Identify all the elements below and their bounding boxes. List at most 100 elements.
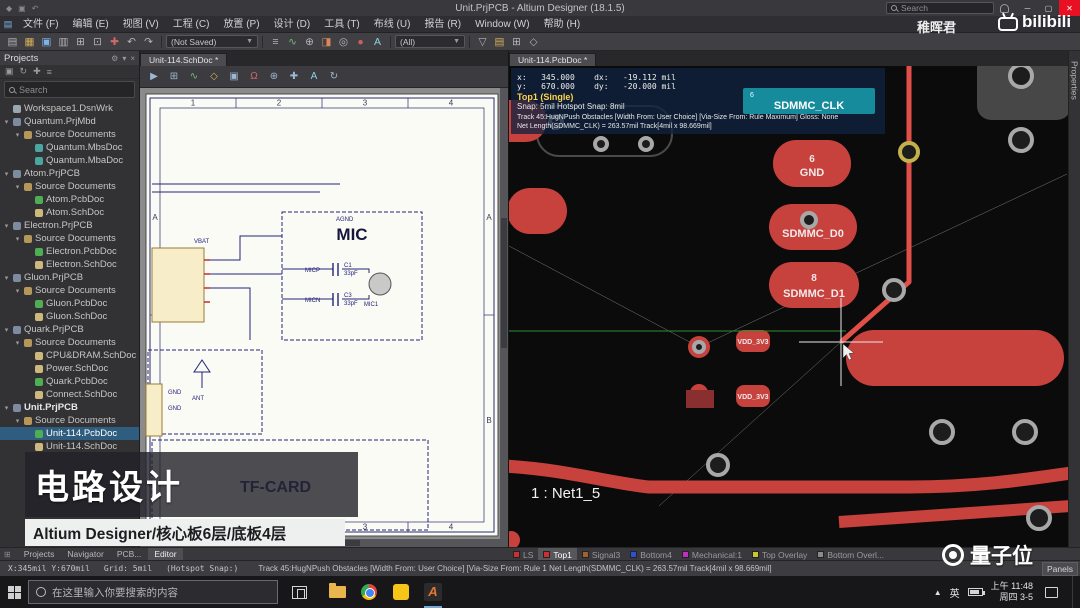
tree-item-folder[interactable]: ▾ Source Documents (0, 128, 139, 141)
microphone-symbol[interactable] (368, 272, 392, 296)
list-icon[interactable]: ≡ (47, 67, 52, 77)
undo-quick-icon[interactable]: ↶ (32, 4, 39, 13)
zoom-area-icon[interactable]: ⊡ (89, 33, 106, 51)
grid-icon[interactable]: ⊞ (165, 71, 183, 82)
tree-item-doc[interactable]: ▾ Quantum.MbsDoc (0, 141, 139, 154)
close-icon[interactable]: × (130, 54, 135, 63)
expand-arrow-icon[interactable]: ▾ (3, 170, 10, 178)
panel-tab[interactable]: Projects (18, 548, 61, 561)
tree-item-project[interactable]: ▾ Electron.PrjPCB (0, 219, 139, 232)
ufl-connector-component[interactable] (145, 383, 163, 437)
file-explorer-icon[interactable] (325, 576, 349, 608)
measure-icon[interactable]: ◇ (525, 33, 542, 51)
tree-item-doc[interactable]: ▾ Atom.PcbDoc (0, 193, 139, 206)
part-icon[interactable]: ◇ (205, 71, 223, 82)
variant-combo[interactable]: (Not Saved) ▼ (166, 35, 258, 48)
net-label-icon[interactable]: ⊕ (265, 71, 283, 82)
tree-item-workspace[interactable]: ▾ Workspace1.DsnWrk (0, 102, 139, 115)
tree-item-doc[interactable]: ▾ CPU&DRAM.SchDoc (0, 349, 139, 362)
tree-item-doc[interactable]: ▾ Gluon.SchDoc (0, 310, 139, 323)
net-icon[interactable]: ⊕ (301, 33, 318, 51)
tree-item-folder[interactable]: ▾ Source Documents (0, 232, 139, 245)
expand-arrow-icon[interactable]: ▾ (14, 339, 21, 347)
refresh-icon[interactable]: ↻ (20, 66, 28, 77)
open-icon[interactable]: ▦ (21, 33, 38, 51)
save-quick-icon[interactable]: ▣ (18, 4, 26, 13)
tree-item-folder[interactable]: ▾ Source Documents (0, 336, 139, 349)
refresh-icon[interactable]: ↻ (325, 71, 343, 82)
tree-item-folder[interactable]: ▾ Source Documents (0, 284, 139, 297)
cursor-icon[interactable]: ▶ (145, 71, 163, 82)
active-via[interactable] (898, 141, 920, 163)
menu-item[interactable]: 编辑 (E) (66, 16, 116, 33)
power-icon[interactable]: Ω (245, 71, 263, 82)
panel-tab[interactable]: Navigator (61, 548, 109, 561)
panel-tab[interactable]: Editor (148, 547, 183, 561)
tree-item-project[interactable]: ▾ Gluon.PrjPCB (0, 271, 139, 284)
settings-icon[interactable]: ⚙ (111, 54, 118, 63)
menu-item[interactable]: 放置 (P) (216, 16, 266, 33)
dropdown-icon[interactable]: ▾ (122, 54, 126, 63)
tree-item-folder[interactable]: ▾ Source Documents (0, 180, 139, 193)
menu-item[interactable]: 视图 (V) (116, 16, 166, 33)
menu-item[interactable]: 帮助 (H) (537, 16, 588, 33)
print-icon[interactable]: ▥ (55, 33, 72, 51)
pad-icon[interactable]: ● (352, 33, 369, 51)
sheet-icon[interactable]: ▣ (225, 71, 243, 82)
menu-item[interactable]: Window (W) (468, 16, 536, 33)
grid-icon[interactable]: ⊞ (508, 33, 525, 51)
new-doc-icon[interactable]: ▤ (4, 33, 21, 51)
route-icon[interactable]: ◨ (318, 33, 335, 51)
pad-sdmmc-d1[interactable] (769, 262, 859, 308)
redo-icon[interactable]: ↷ (140, 33, 157, 51)
menu-item[interactable]: 工具 (T) (317, 16, 367, 33)
layers-icon[interactable]: ▤ (491, 33, 508, 51)
align-icon[interactable]: ≡ (267, 33, 284, 51)
expand-arrow-icon[interactable]: ▾ (3, 404, 10, 412)
save-icon[interactable]: ▣ (38, 33, 55, 51)
expand-arrow-icon[interactable]: ▾ (3, 222, 10, 230)
menu-item[interactable]: 布线 (U) (367, 16, 418, 33)
via-icon[interactable]: ◎ (335, 33, 352, 51)
tree-item-project[interactable]: ▾ Atom.PrjPCB (0, 167, 139, 180)
save-all-icon[interactable]: ▣ (5, 66, 14, 77)
tree-item-doc[interactable]: ▾ Power.SchDoc (0, 362, 139, 375)
tree-item-doc[interactable]: ▾ Electron.PcbDoc (0, 245, 139, 258)
schematic-doc-tab[interactable]: Unit-114.SchDoc * (140, 53, 228, 66)
panels-button[interactable]: Panels (1042, 561, 1078, 576)
undo-icon[interactable]: ↶ (123, 33, 140, 51)
show-desktop-button[interactable] (1072, 576, 1076, 608)
tree-item-doc[interactable]: ▾ Electron.SchDoc (0, 258, 139, 271)
tree-item-doc[interactable]: ▾ Quantum.MbaDoc (0, 154, 139, 167)
expand-arrow-icon[interactable]: ▾ (14, 183, 21, 191)
menu-item[interactable]: 设计 (D) (267, 16, 318, 33)
cross-probe-icon[interactable]: ✚ (106, 33, 123, 51)
taskbar-clock[interactable]: 上午 11:48 周四 3-5 (991, 581, 1033, 603)
expand-arrow-icon[interactable]: ▾ (14, 131, 21, 139)
expand-arrow-icon[interactable]: ▾ (3, 274, 10, 282)
zoom-fit-icon[interactable]: ⊞ (72, 33, 89, 51)
app-icon-yellow[interactable] (389, 576, 413, 608)
properties-panel-tab[interactable]: Properties (1068, 51, 1080, 547)
text-icon[interactable]: A (305, 71, 323, 82)
action-center-icon[interactable] (1045, 586, 1058, 598)
tray-expand-icon[interactable]: ▲ (934, 588, 942, 597)
tree-item-doc[interactable]: ▾ Atom.SchDoc (0, 206, 139, 219)
wire-icon[interactable]: ∿ (185, 71, 203, 82)
expand-arrow-icon[interactable]: ▾ (3, 118, 10, 126)
tree-item-doc[interactable]: ▾ Gluon.PcbDoc (0, 297, 139, 310)
input-language-indicator[interactable]: 英 (950, 585, 960, 600)
pcb-canvas[interactable]: 6 GND SDMMC_D0 8 SDMMC_D1 VDD_3V3 VDD_3V… (487, 54, 1072, 549)
expand-arrow-icon[interactable]: ▾ (14, 235, 21, 243)
altium-taskbar-icon[interactable]: A (421, 576, 445, 608)
add-icon[interactable]: ✚ (33, 66, 41, 77)
menu-item[interactable]: 文件 (F) (16, 16, 66, 33)
tree-item-folder[interactable]: ▾ Source Documents (0, 414, 139, 427)
tree-item-project[interactable]: ▾ Quark.PrjPCB (0, 323, 139, 336)
place-icon[interactable]: ✚ (285, 71, 303, 82)
wire-icon[interactable]: ∿ (284, 33, 301, 51)
taskbar-search[interactable]: 在这里输入你要搜索的内容 (28, 580, 278, 604)
expand-arrow-icon[interactable]: ▾ (14, 287, 21, 295)
tree-item-project[interactable]: ▾ Unit.PrjPCB (0, 401, 139, 414)
string-icon[interactable]: A (369, 33, 386, 51)
